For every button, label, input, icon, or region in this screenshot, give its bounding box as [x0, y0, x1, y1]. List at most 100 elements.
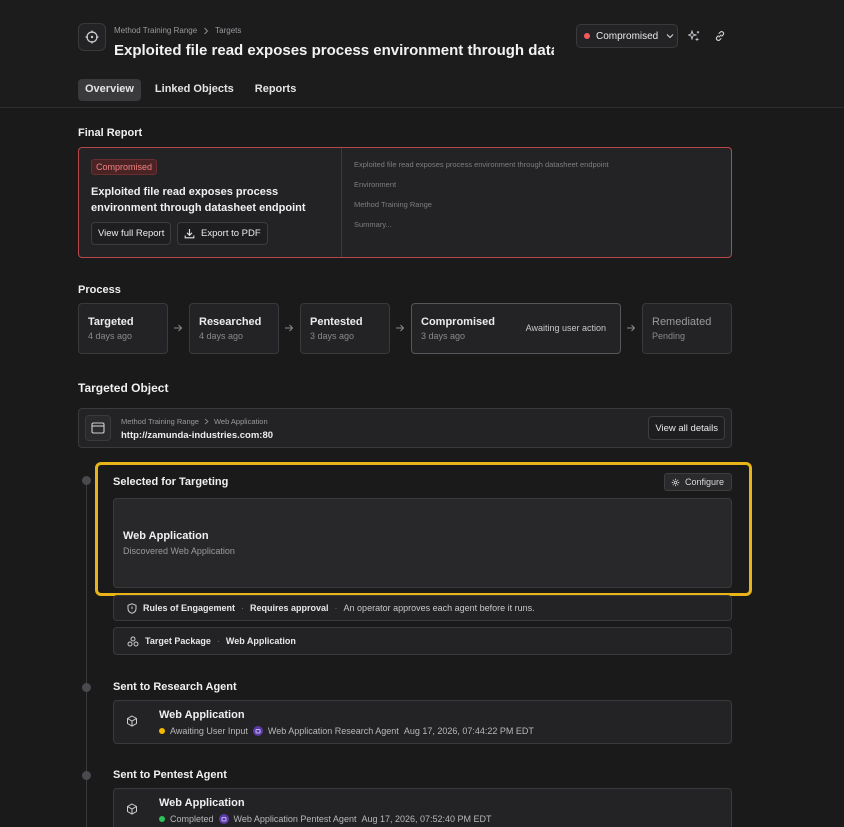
- timeline-dot: [82, 683, 91, 692]
- cube-icon: [126, 715, 138, 727]
- browser-window-icon: [85, 415, 111, 441]
- timeline-dot: [82, 476, 91, 485]
- process-title: Process: [78, 284, 121, 296]
- rules-label: Rules of Engagement: [143, 603, 236, 613]
- bot-icon: [252, 726, 263, 736]
- step-name: Remediated: [652, 316, 712, 328]
- breadcrumb: Method Training Range Targets: [114, 26, 241, 35]
- report-headline: Exploited file read exposes process envi…: [91, 186, 306, 214]
- tab-reports[interactable]: Reports: [248, 79, 304, 101]
- target-icon: [78, 23, 106, 51]
- step-time: 4 days ago: [88, 331, 133, 341]
- separator: ·: [334, 603, 338, 613]
- report-preview: Exploited file read exposes process envi…: [354, 160, 609, 240]
- arrow-right-icon: [173, 323, 183, 333]
- research-card-title: Web Application: [159, 709, 245, 721]
- process-step-compromised[interactable]: Compromised 3 days ago Awaiting user act…: [411, 303, 621, 354]
- pentest-card-title: Web Application: [159, 797, 245, 809]
- chevron-right-icon: [203, 27, 209, 35]
- step-time: 4 days ago: [199, 331, 244, 341]
- sparkle-icon[interactable]: [685, 27, 703, 45]
- breadcrumb-range[interactable]: Method Training Range: [114, 26, 197, 35]
- arrow-right-icon: [284, 323, 294, 333]
- export-pdf-button[interactable]: Export to PDF: [177, 222, 268, 245]
- targeted-object-title: Targeted Object: [78, 381, 169, 395]
- object-url: http://zamunda-industries.com:80: [121, 430, 274, 441]
- gear-icon: [671, 478, 680, 487]
- chevron-down-icon: [666, 33, 674, 39]
- object-breadcrumb: Method Training Range Web Application: [121, 417, 268, 426]
- arrow-right-icon: [626, 323, 636, 333]
- sent-to-pentest-title: Sent to Pentest Agent: [113, 769, 227, 781]
- configure-button[interactable]: Configure: [664, 473, 732, 491]
- step-name: Researched: [199, 316, 262, 328]
- view-all-details-button[interactable]: View all details: [648, 416, 725, 440]
- link-icon[interactable]: [711, 27, 729, 45]
- selected-for-targeting-title: Selected for Targeting: [113, 476, 229, 488]
- object-breadcrumb-type[interactable]: Web Application: [214, 417, 268, 426]
- awaiting-action-note: Awaiting user action: [525, 323, 606, 333]
- shield-icon: [127, 602, 137, 614]
- preview-line: Exploited file read exposes process envi…: [354, 160, 609, 169]
- sent-to-research-title: Sent to Research Agent: [113, 681, 237, 693]
- timeline-dot: [82, 771, 91, 780]
- step-name: Pentested: [310, 316, 363, 328]
- status-dropdown[interactable]: Compromised: [576, 24, 678, 48]
- targeted-object-card: Method Training Range Web Application ht…: [78, 408, 732, 448]
- rules-of-engagement-row[interactable]: Rules of Engagement · Requires approval …: [113, 595, 732, 621]
- arrow-right-icon: [395, 323, 405, 333]
- chevron-right-icon: [204, 418, 209, 425]
- target-package-row[interactable]: Target Package · Web Application: [113, 627, 732, 655]
- final-report-title: Final Report: [78, 127, 143, 139]
- configure-label: Configure: [685, 477, 725, 487]
- step-time: 3 days ago: [310, 331, 355, 341]
- cube-icon: [126, 803, 138, 815]
- page-title: Exploited file read exposes process envi…: [114, 42, 554, 59]
- status-label: Compromised: [596, 30, 659, 42]
- view-full-report-button[interactable]: View full Report: [91, 222, 172, 245]
- preview-line: Method Training Range: [354, 200, 432, 209]
- status-dot: [159, 728, 165, 734]
- object-breadcrumb-range[interactable]: Method Training Range: [121, 417, 199, 426]
- research-timestamp: Aug 17, 2026, 07:44:22 PM EDT: [403, 726, 534, 736]
- process-step-pentested: Pentested 3 days ago: [300, 303, 390, 354]
- report-summary: Compromised Exploited file read exposes …: [79, 148, 342, 257]
- preview-line: Environment: [354, 180, 397, 189]
- separator: ·: [216, 636, 220, 646]
- rules-description: An operator approves each agent before i…: [343, 603, 535, 613]
- status-dot: [159, 816, 165, 822]
- package-label: Target Package: [145, 636, 211, 646]
- package-icon: [127, 636, 139, 647]
- preview-line: Summary...: [354, 220, 392, 229]
- rules-value: Requires approval: [250, 603, 329, 613]
- step-name: Targeted: [88, 316, 134, 328]
- package-value: Web Application: [225, 636, 296, 646]
- research-meta: Awaiting User Input Web Application Rese…: [159, 726, 534, 736]
- separator: ·: [241, 603, 245, 613]
- process-step-researched: Researched 4 days ago: [189, 303, 279, 354]
- download-icon: [184, 228, 195, 239]
- step-time: Pending: [652, 331, 686, 341]
- research-agent-name: Web Application Research Agent: [267, 726, 399, 736]
- breadcrumb-targets[interactable]: Targets: [215, 26, 241, 35]
- bot-icon: [218, 814, 229, 824]
- pentest-timestamp: Aug 17, 2026, 07:52:40 PM EDT: [361, 814, 492, 824]
- status-badge: Compromised: [91, 159, 158, 175]
- view-full-report-label: View full Report: [98, 228, 165, 239]
- process-step-targeted: Targeted 4 days ago: [78, 303, 168, 354]
- tab-overview[interactable]: Overview: [78, 79, 141, 101]
- web-application-subtitle: Discovered Web Application: [123, 546, 235, 556]
- export-pdf-label: Export to PDF: [201, 228, 261, 239]
- pentest-meta: Completed Web Application Pentest Agent …: [159, 814, 492, 824]
- pentest-status: Completed: [170, 814, 214, 824]
- status-dot: [584, 33, 590, 39]
- web-application-card[interactable]: Web Application Discovered Web Applicati…: [113, 498, 732, 588]
- research-agent-card[interactable]: Web Application Awaiting User Input Web …: [113, 700, 732, 744]
- tab-linked-objects[interactable]: Linked Objects: [148, 79, 241, 101]
- process-step-remediated: Remediated Pending: [642, 303, 732, 354]
- pentest-agent-card[interactable]: Web Application Completed Web Applicatio…: [113, 788, 732, 827]
- web-application-title: Web Application: [123, 530, 209, 542]
- pentest-agent-name: Web Application Pentest Agent: [233, 814, 357, 824]
- tab-bar: Overview Linked Objects Reports: [78, 79, 303, 101]
- research-status: Awaiting User Input: [170, 726, 248, 736]
